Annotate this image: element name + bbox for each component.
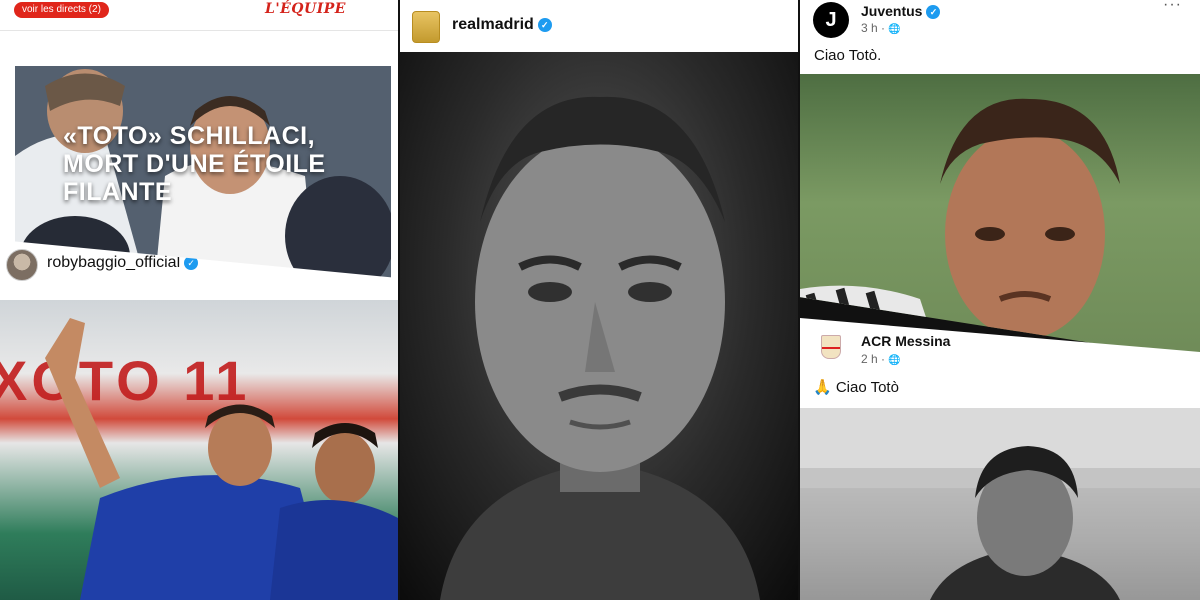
lequipe-topbar: voir les directs (2) L'ÉQUIPE <box>0 0 398 31</box>
headline-line-2: MORT D'UNE ÉTOILE <box>63 150 326 178</box>
juventus-logo-icon[interactable]: J <box>813 2 849 38</box>
messina-crest-icon[interactable] <box>821 335 841 359</box>
realmadrid-crest-icon[interactable] <box>412 11 440 43</box>
timestamp-text: 3 h · <box>861 21 886 35</box>
lequipe-post: voir les directs (2) L'ÉQUIPE «TOTO» SCH… <box>0 0 398 280</box>
portrait-illustration <box>440 96 760 600</box>
username[interactable]: robybaggio_official ✓ <box>47 254 199 272</box>
post-caption: Ciao Totò. <box>814 47 882 64</box>
messina-post-header: ACR Messina 2 h · 🌐 🙏 Ciao Totò <box>800 318 1200 408</box>
live-directs-button[interactable]: voir les directs (2) <box>14 2 109 18</box>
lequipe-logo[interactable]: L'ÉQUIPE <box>265 1 346 17</box>
more-options-icon[interactable]: ··· <box>1163 0 1182 14</box>
page-name[interactable]: Juventus ✓ <box>861 3 941 20</box>
timestamp-text: 2 h · <box>861 352 886 366</box>
messina-post: ACR Messina 2 h · 🌐 🙏 Ciao Totò <box>800 318 1200 600</box>
vintage-portrait-illustration <box>800 408 1200 600</box>
baggio-post-photo[interactable]: XOTO 11 <box>0 298 398 600</box>
verified-badge-icon: ✓ <box>537 17 552 32</box>
username-text: robybaggio_official <box>47 254 181 271</box>
juventus-post: J Juventus ✓ 3 h · 🌐 ··· Ciao Totò. <box>800 0 1200 360</box>
baggio-post-header: robybaggio_official ✓ <box>0 240 398 300</box>
username[interactable]: realmadrid ✓ <box>452 16 552 34</box>
headline-line-1: «TOTO» SCHILLACI, <box>63 122 316 150</box>
page-name[interactable]: ACR Messina <box>861 333 950 349</box>
juventus-post-header: J Juventus ✓ 3 h · 🌐 ··· Ciao Totò. <box>800 0 1200 74</box>
realmadrid-post-photo[interactable] <box>400 52 798 600</box>
article-headline[interactable]: «TOTO» SCHILLACI, MORT D'UNE ÉTOILE FILA… <box>63 122 363 206</box>
realmadrid-post: realmadrid ✓ <box>400 0 798 600</box>
celebration-illustration <box>45 318 398 600</box>
verified-badge-icon: ✓ <box>184 255 199 270</box>
baggio-post: XOTO 11 robybaggio_official ✓ <box>0 240 398 600</box>
messina-post-photo[interactable] <box>800 408 1200 600</box>
post-timestamp[interactable]: 3 h · 🌐 <box>861 21 901 35</box>
globe-icon: 🌐 <box>888 24 901 35</box>
verified-badge-icon: ✓ <box>926 5 941 20</box>
post-caption: 🙏 Ciao Totò <box>813 379 899 396</box>
globe-icon: 🌐 <box>888 355 901 366</box>
headline-line-3: FILANTE <box>63 178 173 206</box>
realmadrid-post-header: realmadrid ✓ <box>400 0 798 52</box>
username-text: realmadrid <box>452 16 534 33</box>
page-name-text: Juventus <box>861 3 923 19</box>
post-timestamp[interactable]: 2 h · 🌐 <box>861 352 901 366</box>
avatar[interactable] <box>6 249 38 281</box>
